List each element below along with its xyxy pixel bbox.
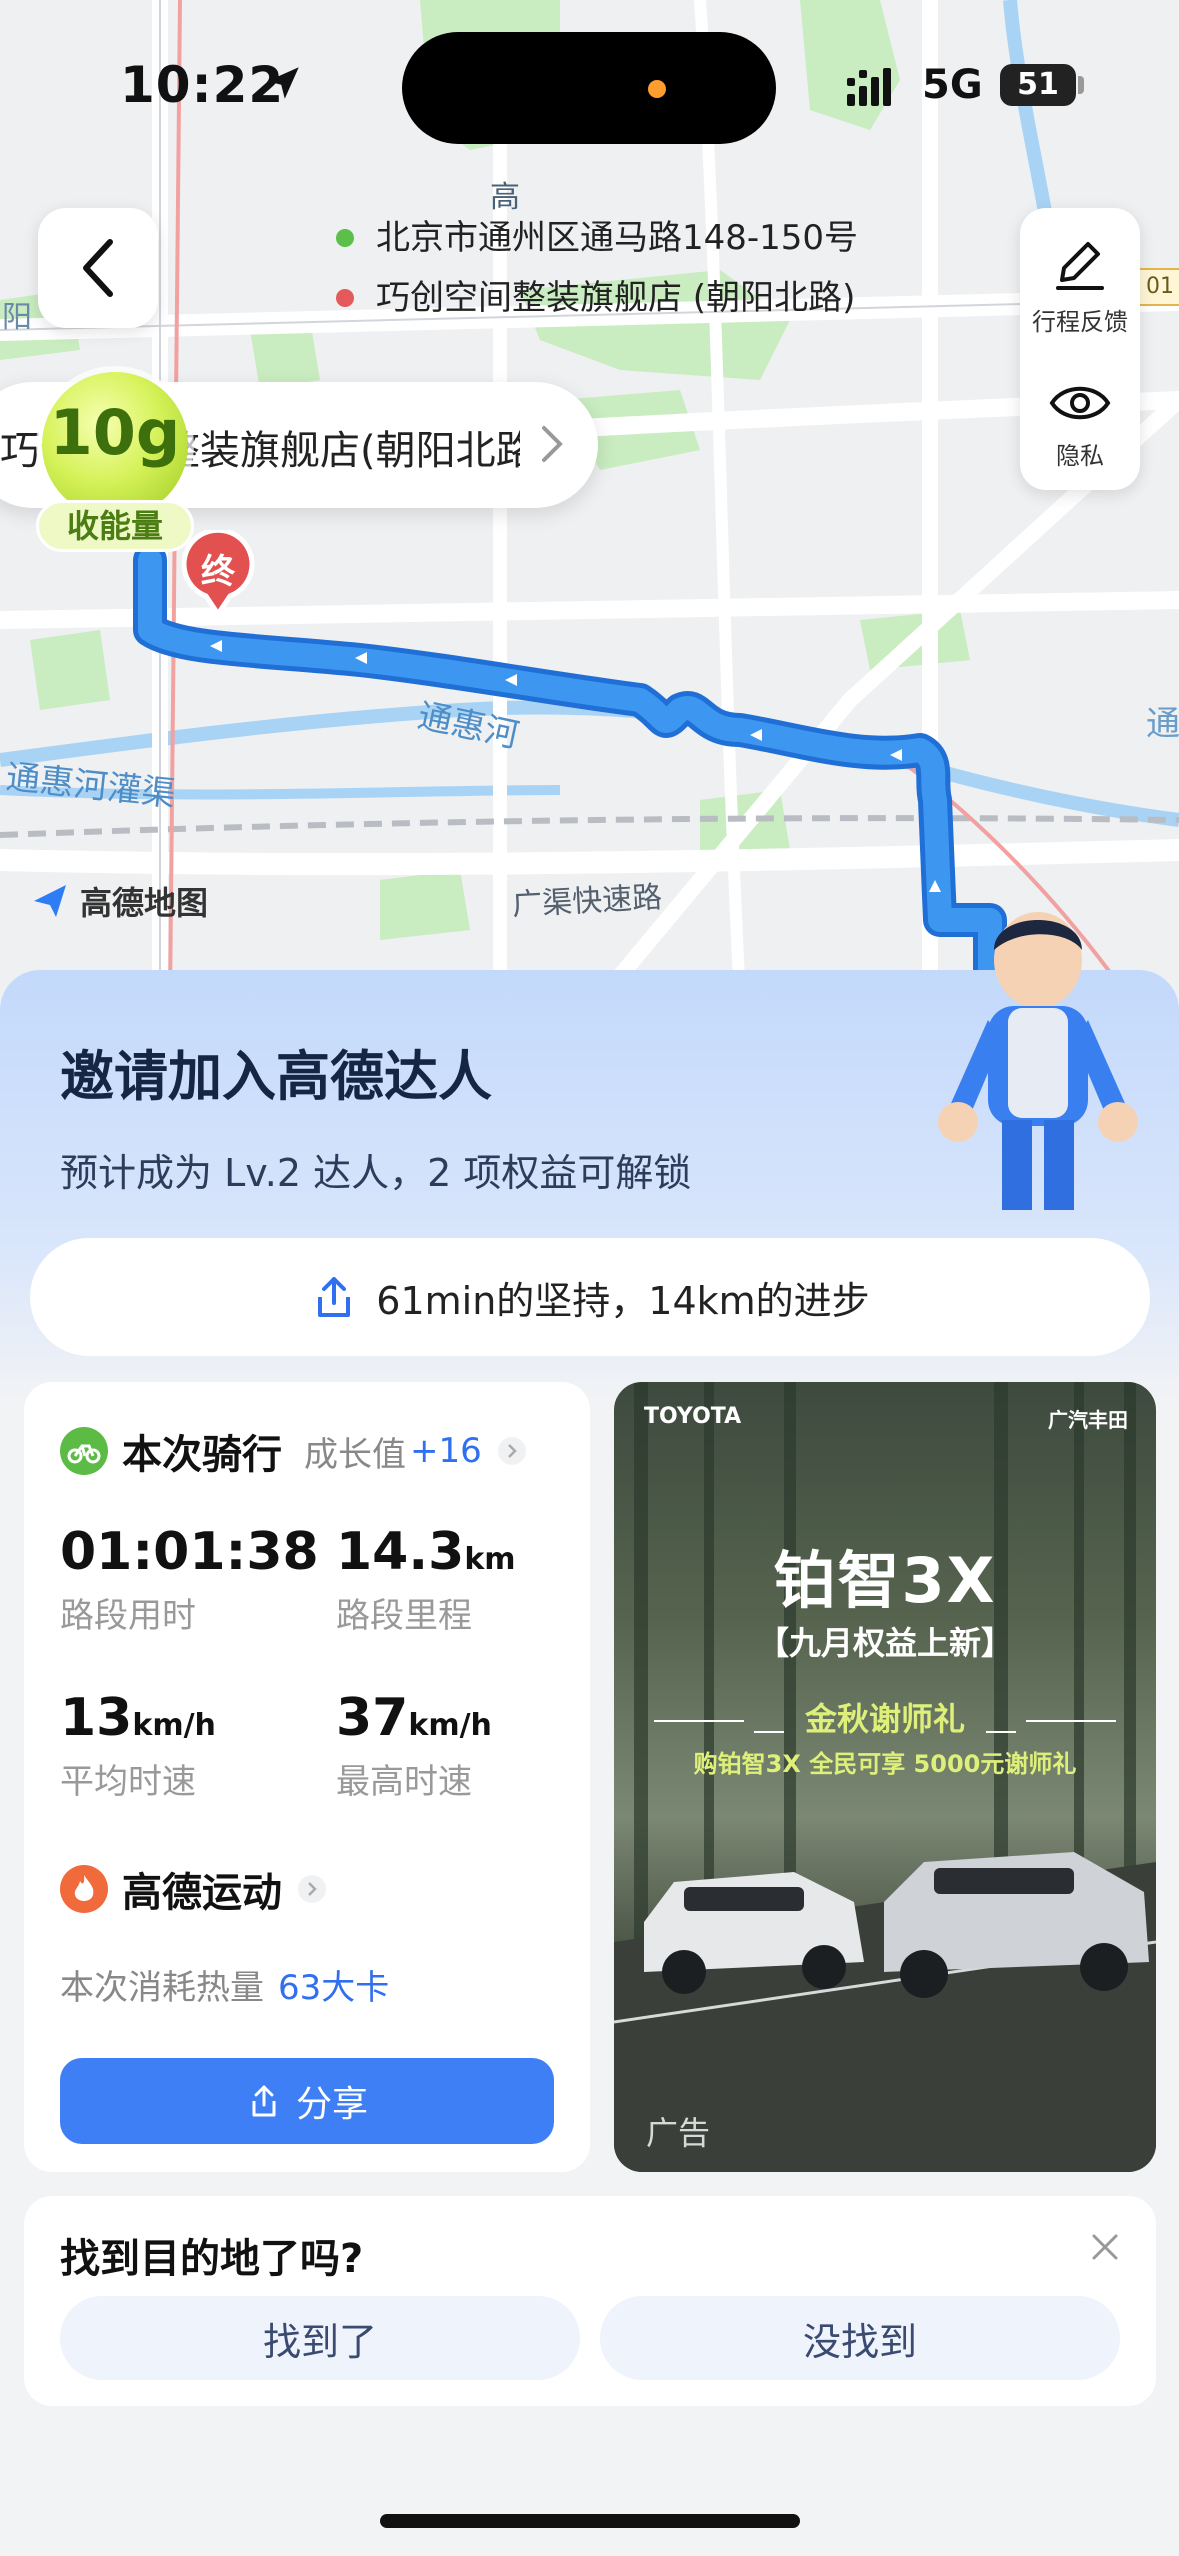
location-arrow-icon	[267, 67, 299, 99]
stat-max-speed-value: 37	[336, 1688, 409, 1748]
ad-offer: 购铂智3X 全民可享 5000元谢师礼	[693, 1750, 1077, 1778]
share-icon	[318, 1277, 351, 1317]
ad-gift: 金秋谢师礼	[804, 1700, 965, 1738]
stat-avg-speed: 13km/h 平均时速	[60, 1688, 216, 1803]
invite-title: 邀请加入高德达人	[60, 1045, 492, 1108]
ad-brand-right: 广汽丰田	[1048, 1408, 1128, 1432]
map-label-right-edge: 通	[1146, 704, 1179, 744]
ride-header[interactable]: 本次骑行 成长值 +16	[60, 1422, 526, 1480]
calorie-value: 63大卡	[278, 1968, 390, 2008]
stat-distance-label: 路段里程	[336, 1596, 472, 1636]
energy-label: 收能量	[36, 500, 194, 552]
stat-distance: 14.3km 路段里程	[336, 1522, 516, 1637]
end-marker: 终	[178, 527, 258, 619]
ride-title: 本次骑行	[122, 1432, 282, 1478]
stat-avg-speed-unit: km/h	[132, 1708, 216, 1743]
map-label-district: 阳	[2, 300, 32, 335]
start-dot	[336, 229, 354, 247]
growth-value: +16	[410, 1431, 482, 1471]
dynamic-island	[402, 32, 776, 144]
route-start-row: 北京市通州区通马路148-150号	[336, 208, 858, 268]
chevron-right-icon	[497, 1437, 526, 1465]
bicycle-icon	[60, 1427, 108, 1475]
chevron-right-icon	[298, 1875, 326, 1903]
invite-subtitle: 预计成为 Lv.2 达人，2 项权益可解锁	[60, 1151, 692, 1195]
status-time: 10:22	[120, 56, 285, 114]
stat-avg-speed-value: 13	[60, 1688, 133, 1748]
end-address: 巧创空间整装旗舰店 (朝阳北路)	[376, 278, 856, 318]
stat-distance-unit: km	[464, 1542, 516, 1577]
stat-avg-speed-label: 平均时速	[60, 1762, 196, 1802]
stat-max-speed-label: 最高时速	[336, 1762, 472, 1802]
battery-indicator: 51	[1000, 64, 1076, 106]
amap-logo: 高德地图	[30, 878, 208, 924]
energy-value: 10g	[49, 396, 181, 469]
end-dot	[336, 289, 354, 307]
mascot-illustration	[938, 912, 1138, 1210]
stat-distance-value: 14.3	[336, 1522, 465, 1582]
chevron-right-icon	[542, 426, 563, 462]
network-type: 5G	[922, 62, 983, 108]
stat-max-speed-unit: km/h	[408, 1708, 492, 1743]
progress-text: 61min的坚持，14km的进步	[376, 1278, 870, 1323]
trip-feedback-button[interactable]: 行程反馈	[1020, 238, 1140, 337]
privacy-button[interactable]: 隐私	[1020, 378, 1140, 471]
chevron-left-icon	[83, 239, 113, 297]
growth-label: 成长值	[304, 1434, 406, 1475]
found-title: 找到目的地了吗?	[60, 2236, 364, 2282]
ad-title: 铂智3X	[773, 1544, 997, 1617]
map-label-expressway: 广渠快速路	[511, 880, 663, 923]
amap-logo-text: 高德地图	[80, 884, 209, 922]
start-address: 北京市通州区通马路148-150号	[376, 218, 859, 258]
back-button[interactable]	[38, 208, 158, 328]
end-marker-label: 终	[201, 552, 235, 592]
share-button[interactable]: 分享	[60, 2058, 554, 2144]
battery-cap	[1078, 76, 1084, 94]
stat-duration-label: 路段用时	[60, 1596, 196, 1636]
found-destination-card: 找到目的地了吗? 找到了 没找到	[24, 2196, 1156, 2406]
trip-feedback-label: 行程反馈	[1032, 308, 1128, 336]
calorie-label: 本次消耗热量	[60, 1968, 264, 2008]
progress-share-pill[interactable]: 61min的坚持，14km的进步	[30, 1238, 1150, 1356]
found-yes-button[interactable]: 找到了	[60, 2296, 580, 2380]
ad-tag: 广告	[646, 2114, 711, 2152]
calorie-row: 本次消耗热量 63大卡	[60, 1960, 389, 2009]
stat-duration-value: 01:01:38	[60, 1522, 319, 1582]
pencil-icon	[1056, 242, 1104, 290]
route-end-row: 巧创空间整装旗舰店 (朝阳北路)	[336, 268, 858, 328]
collect-energy-bubble[interactable]: 10g 收能量	[36, 372, 194, 552]
found-no-button[interactable]: 没找到	[600, 2296, 1120, 2380]
map-road-badge: 01	[1136, 268, 1179, 306]
status-bar: 10:22 5G 51	[0, 0, 1179, 170]
bottom-sheet: 邀请加入高德达人 预计成为 Lv.2 达人，2 项权益可解锁 61min的坚持，…	[0, 912, 1179, 2556]
eye-icon	[1049, 386, 1111, 420]
ad-card[interactable]: TOYOTA 广汽丰田 铂智3X 【九月权益上新】 金秋谢师礼 购铂智3X 全民…	[614, 1382, 1156, 2172]
stat-duration: 01:01:38 路段用时	[60, 1522, 319, 1637]
route-legend: 北京市通州区通马路148-150号 巧创空间整装旗舰店 (朝阳北路)	[336, 208, 858, 328]
amap-arrow-icon	[34, 885, 66, 917]
home-indicator[interactable]	[380, 2514, 800, 2528]
map-side-panel: 行程反馈 隐私	[1020, 208, 1140, 490]
privacy-label: 隐私	[1056, 442, 1104, 470]
stat-max-speed: 37km/h 最高时速	[336, 1688, 492, 1803]
map-view[interactable]: 高 阳 通 01 通惠河 通惠河灌渠 广渠快速路 10:22 5G 51 北京市…	[0, 0, 1179, 1000]
close-icon[interactable]	[1090, 2232, 1120, 2262]
share-label: 分享	[295, 2084, 368, 2125]
sport-title: 高德运动	[122, 1870, 282, 1916]
signal-icon	[847, 68, 891, 106]
flame-icon	[60, 1865, 108, 1913]
share-icon	[252, 2085, 276, 2117]
ad-brand-left: TOYOTA	[644, 1404, 742, 1429]
sport-header[interactable]: 高德运动	[60, 1860, 326, 1918]
privacy-indicator-dot	[648, 80, 666, 98]
ride-summary-card: 本次骑行 成长值 +16 01:01:38 路段用时 14.3km 路段里程 1…	[24, 1382, 590, 2172]
ad-subtitle: 【九月权益上新】	[756, 1624, 1013, 1662]
